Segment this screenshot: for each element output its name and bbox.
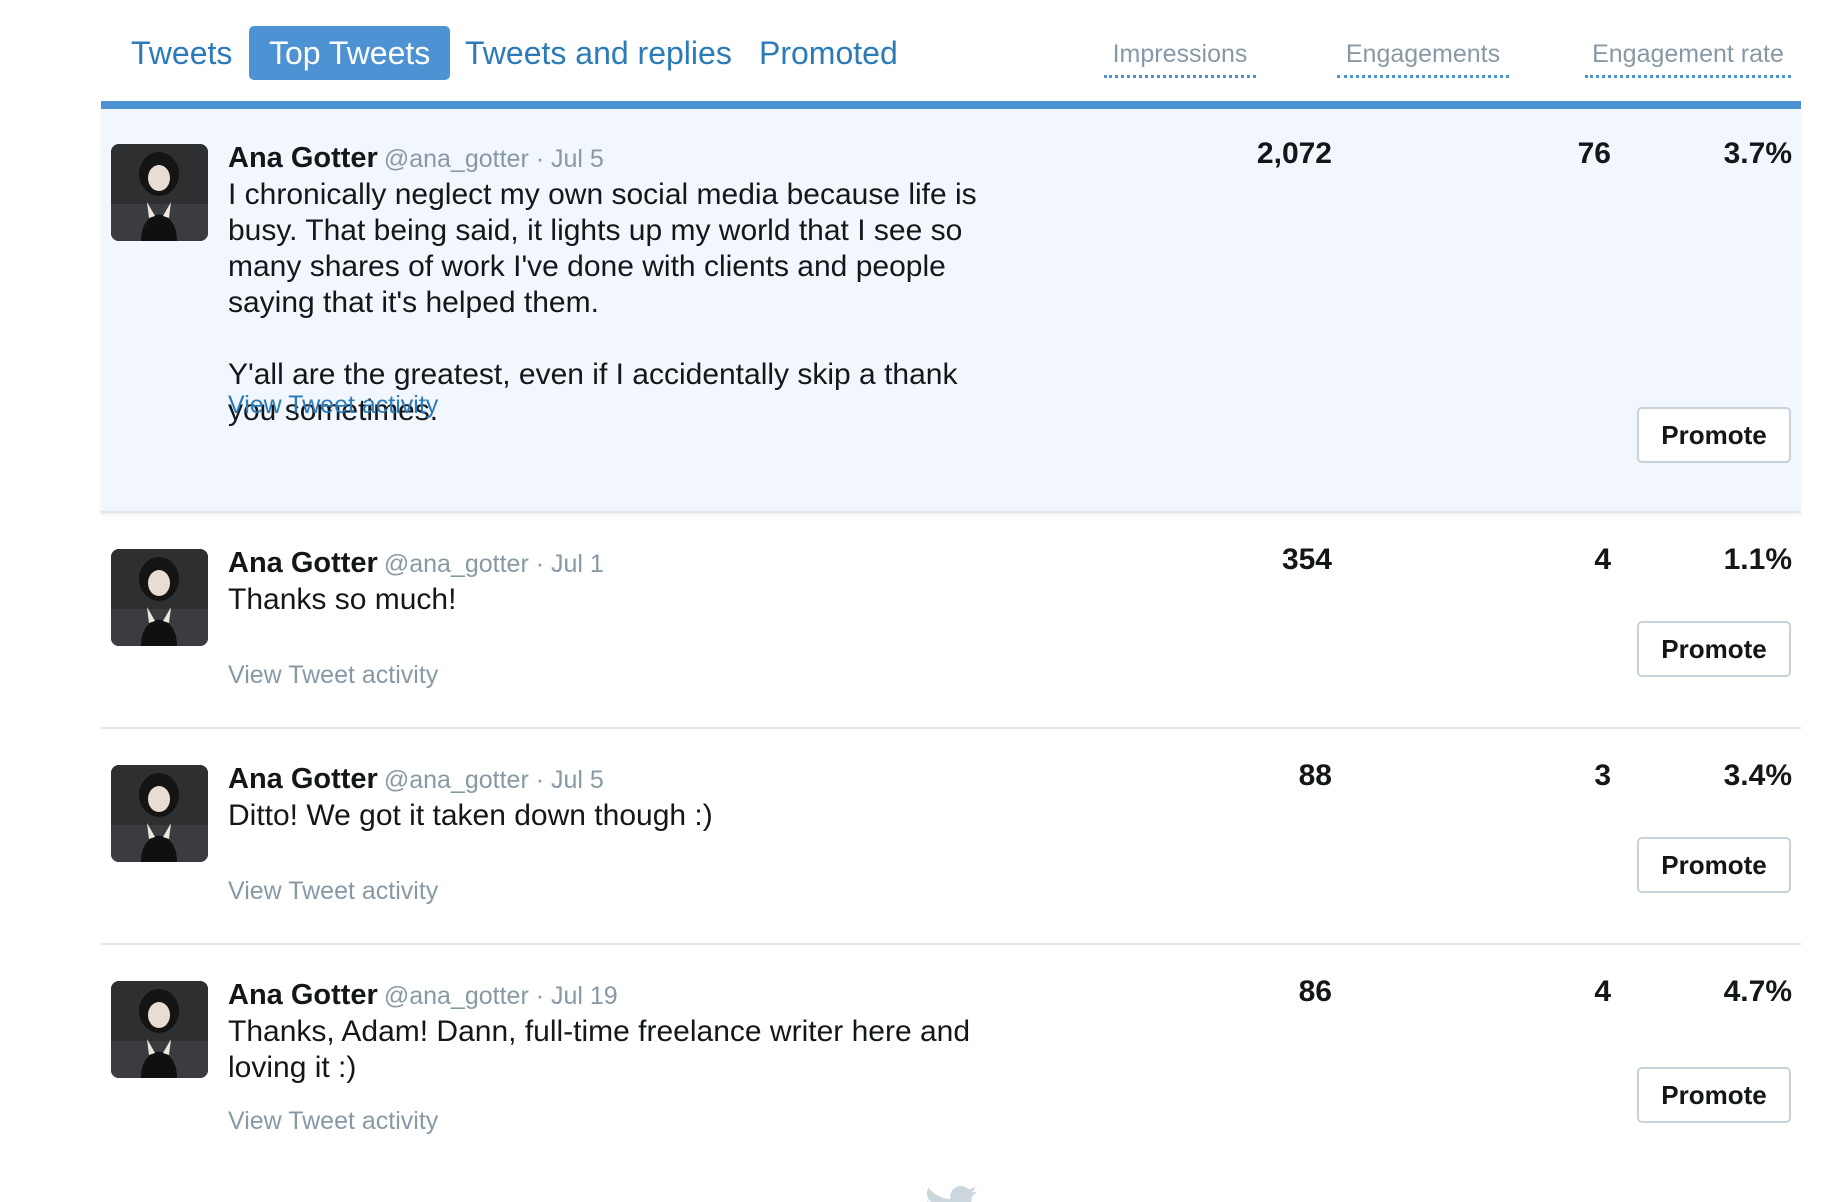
avatar[interactable] xyxy=(111,981,208,1078)
impressions-value: 88 xyxy=(1298,759,1332,792)
tab-tweets[interactable]: Tweets xyxy=(131,26,232,80)
engagements-value: 76 xyxy=(1577,137,1611,170)
tweet-meta: Ana Gotter @ana_gotter · Jul 5 xyxy=(228,139,1028,177)
tweet-row[interactable]: Ana Gotter @ana_gotter · Jul 5 Ditto! We … xyxy=(101,729,1801,945)
tweet-list: Ana Gotter @ana_gotter · Jul 5 I chronica… xyxy=(101,101,1801,1175)
view-tweet-activity-link[interactable]: View Tweet activity xyxy=(228,877,438,906)
avatar[interactable] xyxy=(111,765,208,862)
analytics-header: Tweets Top Tweets Tweets and replies Pro… xyxy=(0,0,1836,100)
tweet-date: · Jul 5 xyxy=(535,766,604,794)
tweet-meta: Ana Gotter @ana_gotter · Jul 19 xyxy=(228,976,1028,1014)
engagement-rate-value: 4.7% xyxy=(1723,975,1792,1008)
tweet-row[interactable]: Ana Gotter @ana_gotter · Jul 1 Thanks so … xyxy=(101,513,1801,729)
view-tweet-activity-link[interactable]: View Tweet activity xyxy=(228,391,438,420)
tweet-text: Ditto! We got it taken down though :) xyxy=(228,799,713,832)
tweet-date: · Jul 5 xyxy=(535,145,604,173)
tweet-meta: Ana Gotter @ana_gotter · Jul 5 xyxy=(228,760,1028,798)
tweet-text: Thanks, Adam! Dann, full-time freelance … xyxy=(228,1015,971,1084)
author-handle[interactable]: @ana_gotter xyxy=(384,145,529,173)
twitter-bird-icon xyxy=(925,1186,977,1202)
avatar[interactable] xyxy=(111,144,208,241)
tab-top-tweets[interactable]: Top Tweets xyxy=(249,26,451,80)
impressions-value: 354 xyxy=(1281,543,1332,576)
engagement-rate-column-header[interactable]: Engagement rate xyxy=(1585,40,1791,78)
impressions-value: 2,072 xyxy=(1256,137,1332,170)
author-handle[interactable]: @ana_gotter xyxy=(384,982,529,1010)
tweet-row[interactable]: Ana Gotter @ana_gotter · Jul 5 I chronica… xyxy=(101,101,1801,513)
impressions-column-header[interactable]: Impressions xyxy=(1104,40,1256,78)
author-name[interactable]: Ana Gotter xyxy=(228,979,378,1011)
promote-button[interactable]: Promote xyxy=(1637,407,1791,463)
view-tweet-activity-link[interactable]: View Tweet activity xyxy=(228,1107,438,1136)
author-name[interactable]: Ana Gotter xyxy=(228,763,378,795)
tweet-text: Thanks so much! xyxy=(228,583,457,616)
engagement-rate-value: 1.1% xyxy=(1723,543,1792,576)
author-handle[interactable]: @ana_gotter xyxy=(384,550,529,578)
author-handle[interactable]: @ana_gotter xyxy=(384,766,529,794)
author-name[interactable]: Ana Gotter xyxy=(228,142,378,174)
tweet-date: · Jul 1 xyxy=(535,550,604,578)
tweet-date: · Jul 19 xyxy=(535,982,618,1010)
engagement-rate-value: 3.7% xyxy=(1723,137,1792,170)
view-tweet-activity-link[interactable]: View Tweet activity xyxy=(228,661,438,690)
engagement-rate-value: 3.4% xyxy=(1723,759,1792,792)
promote-button[interactable]: Promote xyxy=(1637,621,1791,677)
engagements-value: 3 xyxy=(1594,759,1611,792)
tweet-meta: Ana Gotter @ana_gotter · Jul 1 xyxy=(228,544,1028,582)
promote-button[interactable]: Promote xyxy=(1637,1067,1791,1123)
avatar[interactable] xyxy=(111,549,208,646)
engagements-column-header[interactable]: Engagements xyxy=(1337,40,1509,78)
engagements-value: 4 xyxy=(1594,975,1611,1008)
engagements-value: 4 xyxy=(1594,543,1611,576)
author-name[interactable]: Ana Gotter xyxy=(228,547,378,579)
tab-promoted[interactable]: Promoted xyxy=(759,26,898,80)
promote-button[interactable]: Promote xyxy=(1637,837,1791,893)
tweet-row[interactable]: Ana Gotter @ana_gotter · Jul 19 Thanks, A… xyxy=(101,945,1801,1175)
tab-tweets-and-replies[interactable]: Tweets and replies xyxy=(465,26,732,80)
impressions-value: 86 xyxy=(1298,975,1332,1008)
